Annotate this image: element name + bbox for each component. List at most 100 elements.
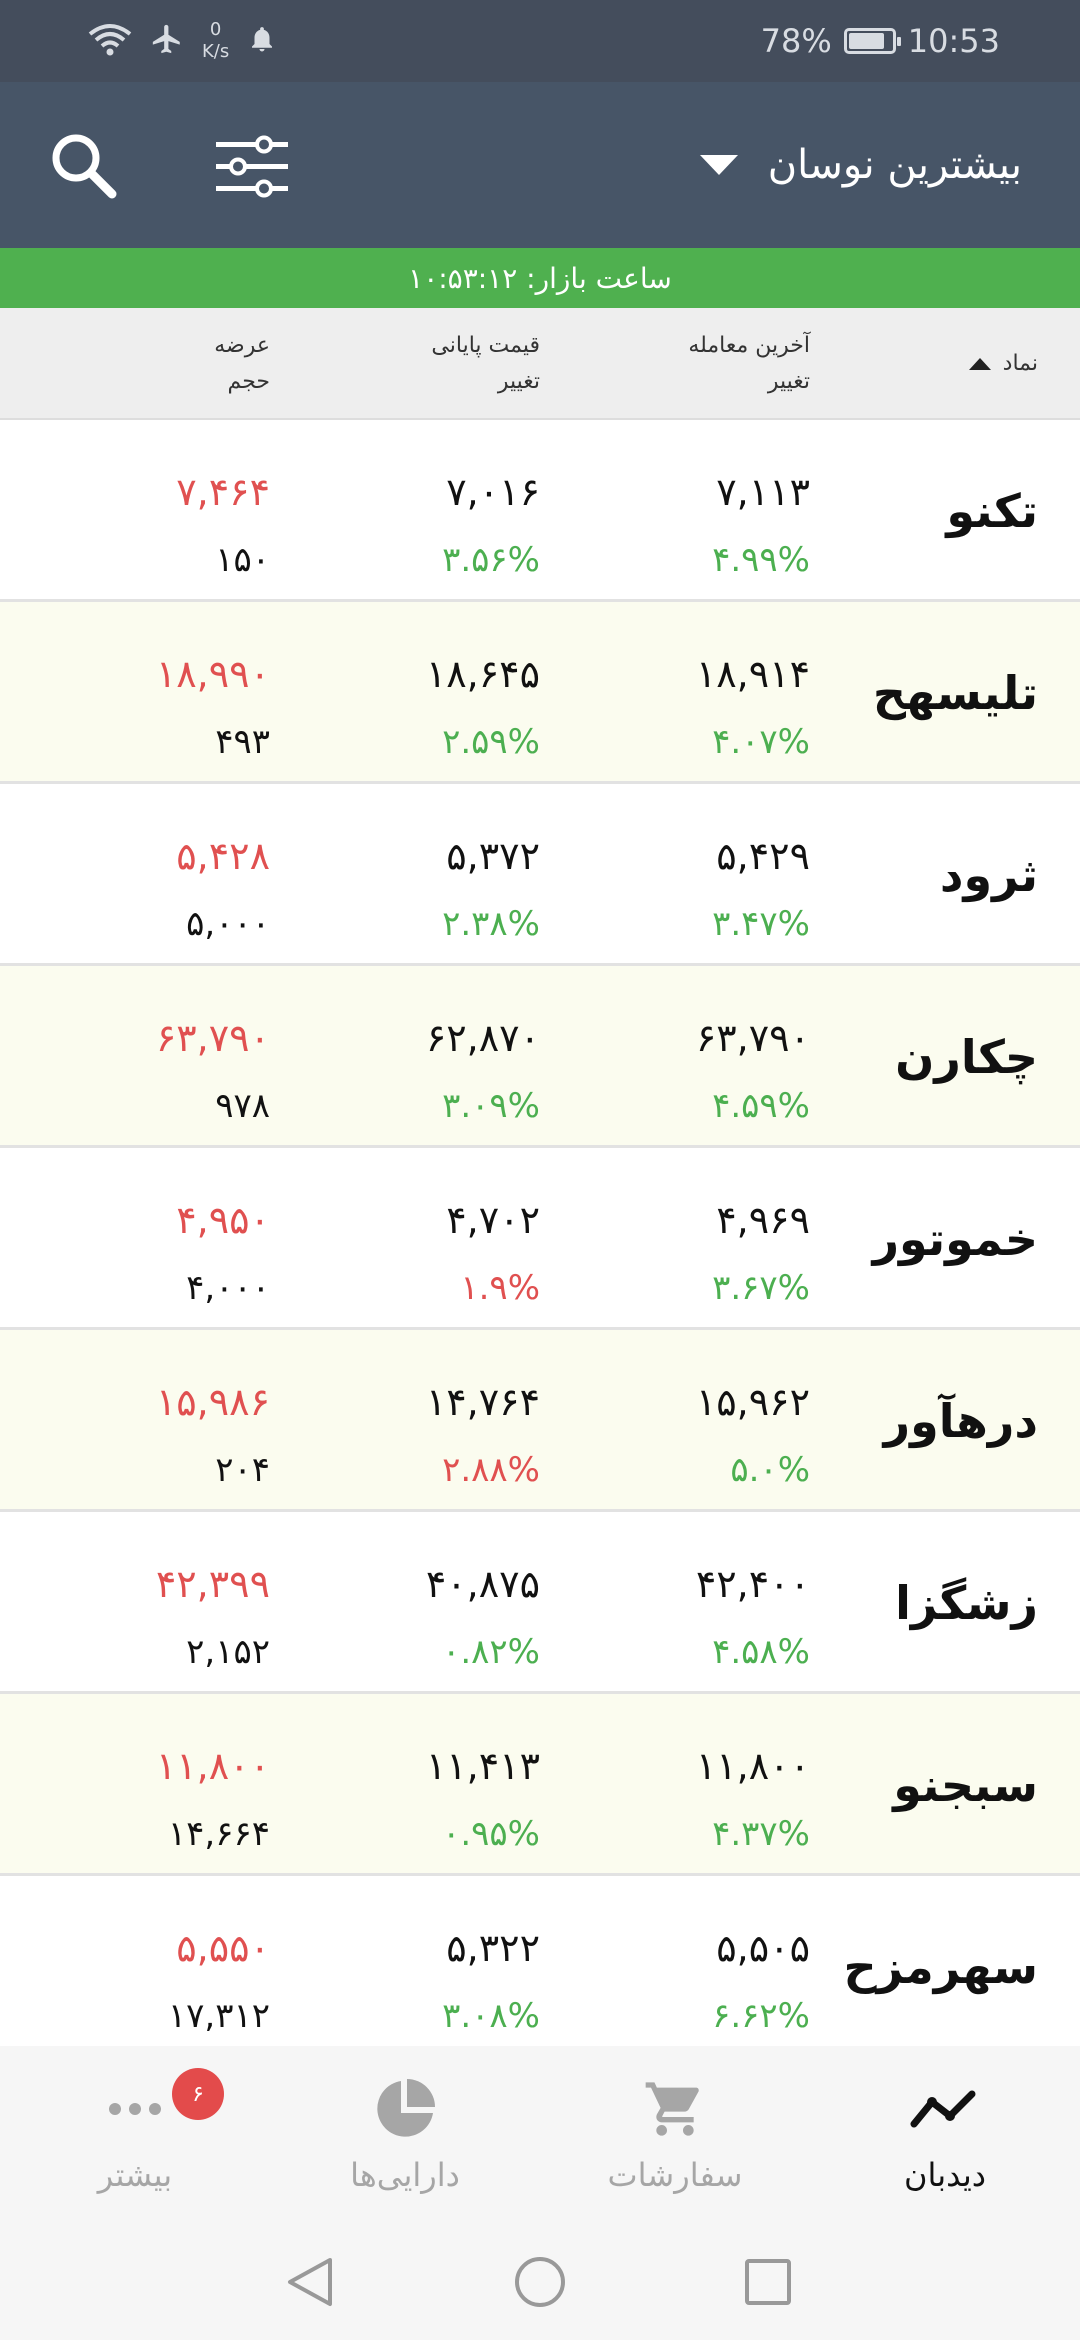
watchlist-chart-icon	[910, 2074, 980, 2144]
nav-assets-label: دارایی‌ها	[350, 2156, 460, 2194]
status-right: 78% 10:53	[761, 0, 1000, 82]
row-last-price: ۷,۱۱۳	[716, 470, 810, 514]
bell-icon	[247, 23, 277, 59]
row-last-price: ۴,۹۶۹	[716, 1198, 810, 1242]
table-row[interactable]: ثرود ۵,۴۲۹ ۳.۴۷% ۵,۳۷۲ ۲.۳۸% ۵,۴۲۸ ۵,۰۰۰	[0, 784, 1080, 966]
table-row[interactable]: زشگزا ۴۲,۴۰۰ ۴.۵۸% ۴۰,۸۷۵ ۰.۸۲% ۴۲,۳۹۹ ۲…	[0, 1512, 1080, 1694]
nav-assets[interactable]: دارایی‌ها	[270, 2046, 540, 2226]
row-last-price: ۵,۵۰۵	[716, 1926, 810, 1970]
market-time-bar: ساعت بازار: ۱۰:۵۳:۱۲	[0, 248, 1080, 308]
app-header: بیشترین نوسان	[0, 82, 1080, 248]
status-left: 0 K/s	[88, 0, 277, 82]
row-final-price: ۷,۰۱۶	[446, 470, 540, 514]
header-volume-label: حجم	[227, 369, 270, 394]
row-final-change: ۰.۸۲%	[442, 1632, 540, 1672]
row-final-change: ۳.۰۸%	[442, 1996, 540, 2036]
row-final-price: ۱۸,۶۴۵	[425, 652, 540, 696]
nav-watchlist-label: دیدبان	[903, 2156, 987, 2194]
net-speed-unit: K/s	[202, 41, 230, 62]
row-final-change: ۱.۹%	[460, 1268, 540, 1308]
sort-up-icon	[968, 358, 991, 370]
row-last-price: ۵,۴۲۹	[716, 834, 810, 878]
row-final-change: ۳.۰۹%	[442, 1086, 540, 1126]
search-icon	[52, 134, 117, 199]
table-row[interactable]: درهآور ۱۵,۹۶۲ ۵.۰% ۱۴,۷۶۴ ۲.۸۸% ۱۵,۹۸۶ ۲…	[0, 1330, 1080, 1512]
row-supply: ۴,۹۵۰	[176, 1198, 270, 1242]
table-row[interactable]: سبجنو ۱۱,۸۰۰ ۴.۳۷% ۱۱,۴۱۳ ۰.۹۵% ۱۱,۸۰۰ ۱…	[0, 1694, 1080, 1876]
row-symbol: چکارن	[895, 1030, 1038, 1084]
row-supply: ۱۸,۹۹۰	[155, 652, 270, 696]
filter-button[interactable]	[214, 134, 290, 198]
recents-button[interactable]	[738, 2252, 798, 2312]
net-speed-value: 0	[209, 19, 222, 40]
table-row[interactable]: تلیسهح ۱۸,۹۱۴ ۴.۰۷% ۱۸,۶۴۵ ۲.۵۹% ۱۸,۹۹۰ …	[0, 602, 1080, 784]
battery-percent: 78%	[760, 22, 832, 60]
row-volume: ۲,۱۵۲	[186, 1632, 270, 1672]
row-final-change: ۲.۳۸%	[442, 904, 540, 944]
table-row[interactable]: سهرمزح ۵,۵۰۵ ۶.۶۲% ۵,۳۲۲ ۳.۰۸% ۵,۵۵۰ ۱۷,…	[0, 1876, 1080, 2058]
row-symbol: خموتور	[872, 1212, 1038, 1266]
row-last-price: ۱۱,۸۰۰	[695, 1744, 810, 1788]
row-final-price: ۱۱,۴۱۳	[425, 1744, 540, 1788]
row-last-change: ۴.۵۹%	[712, 1086, 810, 1126]
wifi-icon	[88, 22, 132, 60]
back-icon	[288, 2258, 332, 2306]
table-row[interactable]: چکارن ۶۳,۷۹۰ ۴.۵۹% ۶۲,۸۷۰ ۳.۰۹% ۶۳,۷۹۰ ۹…	[0, 966, 1080, 1148]
row-symbol: سهرمزح	[843, 1940, 1038, 1994]
back-button[interactable]	[280, 2252, 340, 2312]
airplane-icon	[150, 22, 184, 60]
row-last-price: ۱۸,۹۱۴	[695, 652, 810, 696]
row-last-change: ۴.۹۹%	[712, 540, 810, 580]
nav-watchlist[interactable]: دیدبان	[810, 2046, 1080, 2226]
row-last-price: ۶۳,۷۹۰	[695, 1016, 810, 1060]
row-supply: ۵,۵۵۰	[176, 1926, 270, 1970]
row-final-price: ۴۰,۸۷۵	[425, 1562, 540, 1606]
row-supply: ۷,۴۶۴	[176, 470, 270, 514]
row-supply: ۵,۴۲۸	[176, 834, 270, 878]
row-symbol: سبجنو	[893, 1758, 1038, 1812]
row-symbol: درهآور	[883, 1394, 1038, 1448]
table-row[interactable]: تکنو ۷,۱۱۳ ۴.۹۹% ۷,۰۱۶ ۳.۵۶% ۷,۴۶۴ ۱۵۰	[0, 420, 1080, 602]
notification-badge: ۶	[172, 2068, 224, 2120]
row-last-change: ۳.۴۷%	[712, 904, 810, 944]
header-supply: عرضه حجم	[214, 328, 270, 400]
row-volume: ۴,۰۰۰	[186, 1268, 270, 1308]
header-last-change-label: تغییر	[767, 369, 810, 394]
row-volume: ۱۷,۳۱۲	[167, 1996, 270, 2036]
row-final-change: ۰.۹۵%	[442, 1814, 540, 1854]
row-last-change: ۴.۵۸%	[712, 1632, 810, 1672]
row-final-price: ۶۲,۸۷۰	[425, 1016, 540, 1060]
nav-more[interactable]: بیشتر ۶	[0, 2046, 270, 2226]
list-selector[interactable]: بیشترین نوسان	[699, 82, 1022, 248]
row-final-price: ۵,۳۲۲	[446, 1926, 540, 1970]
clock: 10:53	[907, 22, 1000, 60]
row-last-change: ۴.۳۷%	[712, 1814, 810, 1854]
header-final-change-label: تغییر	[497, 369, 540, 394]
header-symbol-label: نماد	[1002, 351, 1038, 376]
filter-icon	[216, 135, 288, 198]
row-supply: ۱۱,۸۰۰	[155, 1744, 270, 1788]
row-supply: ۶۳,۷۹۰	[155, 1016, 270, 1060]
row-symbol: تلیسهح	[872, 666, 1038, 720]
row-volume: ۱۵۰	[215, 540, 270, 580]
row-symbol: تکنو	[946, 484, 1038, 538]
search-button[interactable]	[48, 130, 118, 200]
recents-icon	[745, 2259, 791, 2305]
header-symbol[interactable]: نماد	[968, 346, 1038, 382]
row-symbol: زشگزا	[895, 1576, 1038, 1630]
net-speed: 0 K/s	[202, 19, 229, 63]
status-bar: 0 K/s 78% 10:53	[0, 0, 1080, 82]
row-last-change: ۵.۰%	[730, 1450, 810, 1490]
home-button[interactable]	[510, 2252, 570, 2312]
row-final-change: ۳.۵۶%	[442, 540, 540, 580]
row-supply: ۱۵,۹۸۶	[155, 1380, 270, 1424]
pie-chart-icon	[373, 2074, 437, 2144]
nav-orders[interactable]: سفارشات	[540, 2046, 810, 2226]
row-final-price: ۱۴,۷۶۴	[425, 1380, 540, 1424]
header-final-price: قیمت پایانی تغییر	[431, 328, 540, 400]
list-title: بیشترین نوسان	[767, 142, 1022, 188]
table-row[interactable]: خموتور ۴,۹۶۹ ۳.۶۷% ۴,۷۰۲ ۱.۹% ۴,۹۵۰ ۴,۰۰…	[0, 1148, 1080, 1330]
market-time: ساعت بازار: ۱۰:۵۳:۱۲	[408, 261, 672, 295]
nav-orders-label: سفارشات	[607, 2156, 743, 2194]
cart-icon	[641, 2074, 709, 2144]
